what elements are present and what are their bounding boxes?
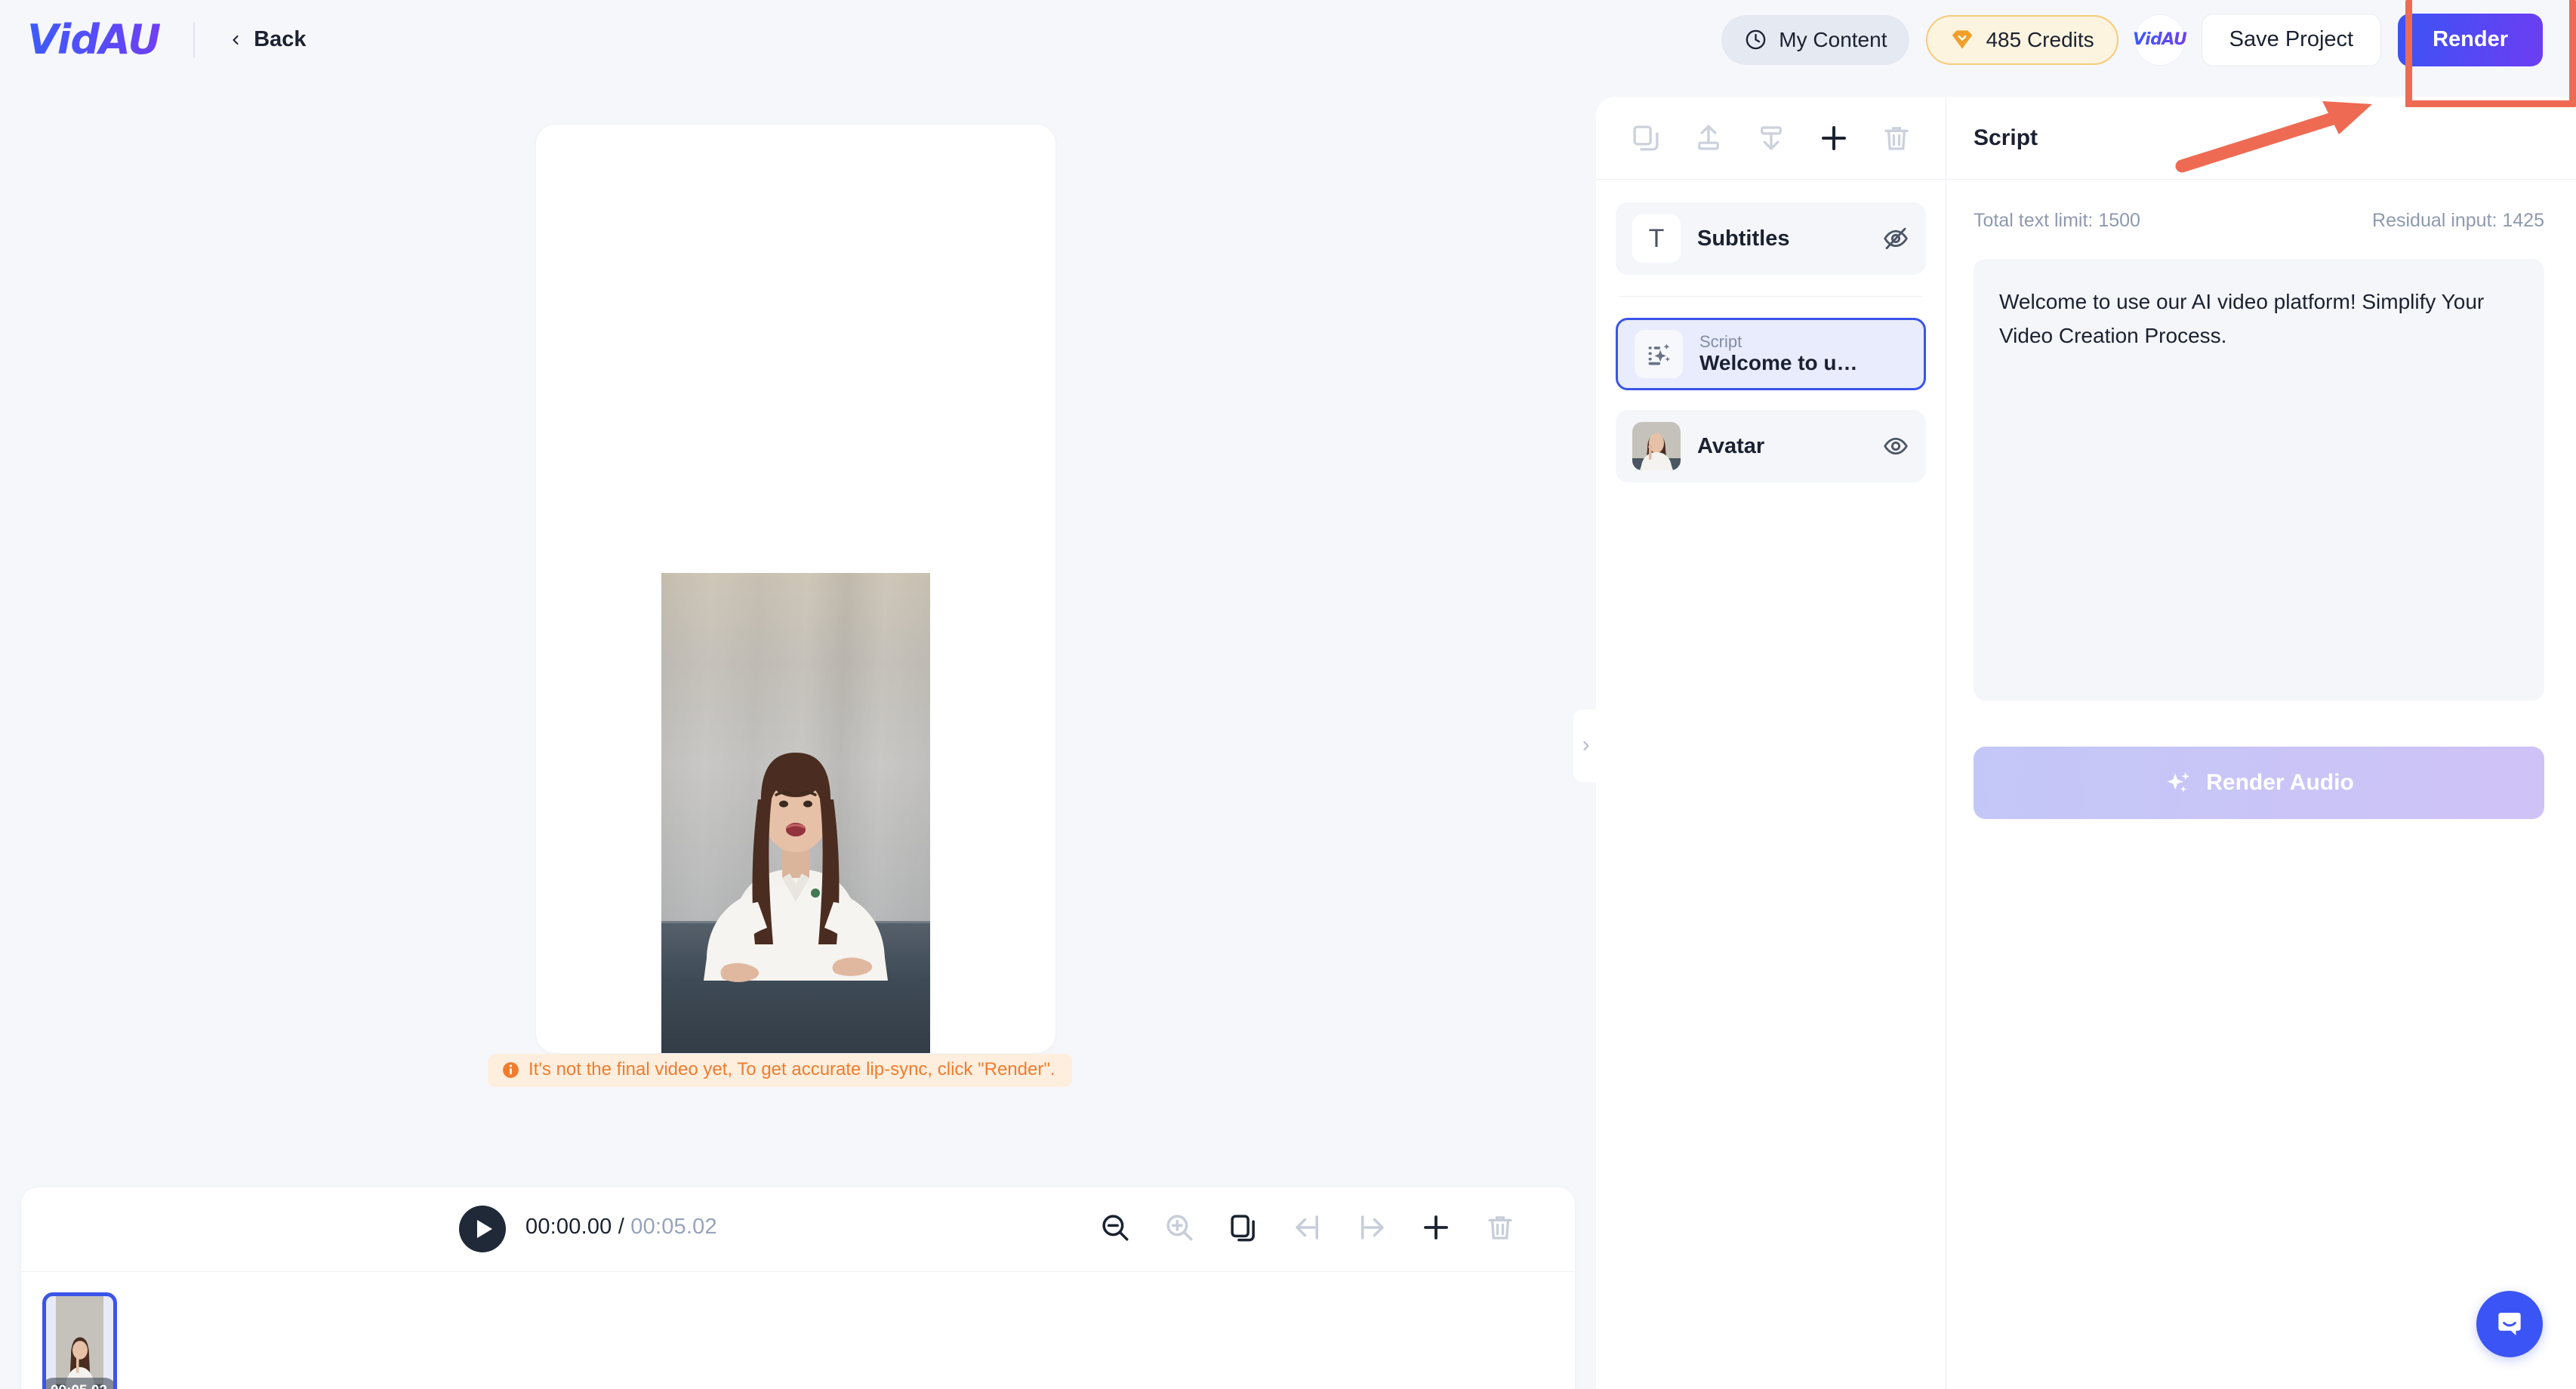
clock-icon <box>1746 29 1766 50</box>
avatar-thumbnail-image <box>1632 422 1681 470</box>
render-button[interactable]: Render <box>2398 13 2543 66</box>
timeline-toolbar: 00:00.00 / 00:05.02 <box>21 1187 1575 1272</box>
play-button[interactable] <box>459 1206 506 1252</box>
avatar-thumbnail <box>1632 422 1681 470</box>
layers-list: T Subtitles Script Welcome to u… Avatar <box>1596 180 1946 482</box>
layers-divider <box>1619 296 1923 297</box>
clip-thumbnail-image <box>56 1296 103 1389</box>
total-time: 00:05.02 <box>630 1215 717 1239</box>
layers-column: T Subtitles Script Welcome to u… Avatar <box>1596 97 1946 1389</box>
trim-left-icon[interactable] <box>1292 1212 1323 1243</box>
eye-icon[interactable] <box>1882 433 1909 460</box>
save-project-label: Save Project <box>2229 27 2354 51</box>
layer-item-script[interactable]: Script Welcome to u… <box>1616 318 1926 390</box>
timeline-panel: 00:00.00 / 00:05.02 <box>21 1187 1575 1389</box>
layer-label-avatar: Avatar <box>1697 433 1765 458</box>
save-project-button[interactable]: Save Project <box>2201 13 2382 66</box>
panel-collapse-handle[interactable] <box>1573 710 1599 782</box>
render-audio-label: Render Audio <box>2206 770 2354 795</box>
zoom-in-icon[interactable] <box>1163 1212 1195 1243</box>
timeline-clip[interactable]: 00:05.02 <box>42 1292 117 1389</box>
render-label: Render <box>2433 27 2508 51</box>
bring-to-front-icon[interactable] <box>1693 122 1724 154</box>
layer-label-script: Welcome to u… <box>1699 351 1858 374</box>
layer-label-subtitles: Subtitles <box>1697 226 1790 251</box>
brand-badge-label: VidAU <box>2132 30 2187 49</box>
delete-icon[interactable] <box>1484 1212 1516 1243</box>
back-button[interactable]: Back <box>228 27 307 52</box>
avatar-person-figure <box>704 753 888 982</box>
script-input[interactable] <box>1974 259 2544 701</box>
my-content-label: My Content <box>1779 27 1887 51</box>
time-separator: / <box>612 1215 631 1239</box>
clip-thumbnail <box>56 1296 103 1389</box>
add-icon[interactable] <box>1420 1212 1452 1243</box>
layer-item-subtitles[interactable]: T Subtitles <box>1616 202 1926 275</box>
timeline-time-display: 00:00.00 / 00:05.02 <box>525 1215 717 1240</box>
render-warning-banner: It's not the final video yet, To get acc… <box>488 1054 1072 1087</box>
duplicate-icon[interactable] <box>1228 1212 1259 1243</box>
credits-button[interactable]: 485 Credits <box>1926 14 2118 65</box>
clip-duration-badge: 00:05.02 <box>46 1378 113 1389</box>
script-sparkle-icon <box>1635 330 1683 378</box>
chevron-right-icon <box>1583 741 1589 751</box>
app-root: VidAU Back My Content 485 Credits VidAU … <box>0 0 2576 1389</box>
script-panel-title: Script <box>1974 125 2038 150</box>
layers-toolbar <box>1596 97 1946 180</box>
current-time: 00:00.00 <box>525 1215 612 1239</box>
topbar-actions: My Content 485 Credits VidAU Save Projec… <box>1721 0 2576 79</box>
avatar-video-layer[interactable] <box>661 573 930 1053</box>
eye-off-icon[interactable] <box>1882 225 1909 252</box>
topbar-divider <box>193 22 196 57</box>
back-label: Back <box>254 27 307 51</box>
chevron-left-icon <box>233 35 239 45</box>
zoom-out-icon[interactable] <box>1099 1212 1131 1243</box>
script-header: Script <box>1946 97 2576 180</box>
right-panel: T Subtitles Script Welcome to u… Avatar … <box>1596 97 2576 1389</box>
script-sparkle-glyph <box>1648 343 1671 365</box>
chat-bubble-icon <box>2498 1312 2521 1336</box>
copy-icon[interactable] <box>1630 122 1662 154</box>
delete-layer-icon[interactable] <box>1881 122 1912 154</box>
sparkle-icon <box>2167 772 2190 793</box>
app-logo[interactable]: VidAU <box>27 16 161 63</box>
info-icon <box>503 1061 519 1078</box>
add-layer-icon[interactable] <box>1818 122 1850 154</box>
credits-label: 485 Credits <box>1986 27 2094 51</box>
layer-sublabel-script: Script <box>1699 331 1742 351</box>
text-T-icon: T <box>1632 214 1681 263</box>
play-icon <box>476 1220 492 1238</box>
trim-right-icon[interactable] <box>1356 1212 1388 1243</box>
video-preview-card[interactable] <box>536 125 1055 1053</box>
render-warning-text: It's not the final video yet, To get acc… <box>528 1059 1055 1079</box>
residual-input: Residual input: 1425 <box>2372 210 2544 231</box>
script-body: Total text limit: 1500 Residual input: 1… <box>1946 180 2576 819</box>
layer-item-avatar[interactable]: Avatar <box>1616 410 1926 482</box>
layer-script-text: Script Welcome to u… <box>1699 331 1907 375</box>
chat-support-button[interactable] <box>2476 1291 2543 1357</box>
script-limits: Total text limit: 1500 Residual input: 1… <box>1974 210 2544 232</box>
send-to-back-icon[interactable] <box>1755 122 1787 154</box>
script-column: Script Total text limit: 1500 Residual i… <box>1946 97 2576 1389</box>
timeline-tool-icons <box>1099 1212 1516 1243</box>
my-content-button[interactable]: My Content <box>1721 14 1910 65</box>
top-bar: VidAU Back My Content 485 Credits VidAU … <box>0 0 2576 79</box>
render-audio-button[interactable]: Render Audio <box>1974 747 2544 819</box>
timeline-track[interactable]: 00:05.02 <box>21 1272 1575 1389</box>
canvas-area: It's not the final video yet, To get acc… <box>0 79 1596 1389</box>
app-logo-text: VidAU <box>27 16 161 63</box>
text-T-glyph: T <box>1648 223 1665 253</box>
total-text-limit: Total text limit: 1500 <box>1974 210 2140 231</box>
brand-badge-button[interactable]: VidAU <box>2132 14 2187 65</box>
gem-icon <box>1952 30 1973 49</box>
